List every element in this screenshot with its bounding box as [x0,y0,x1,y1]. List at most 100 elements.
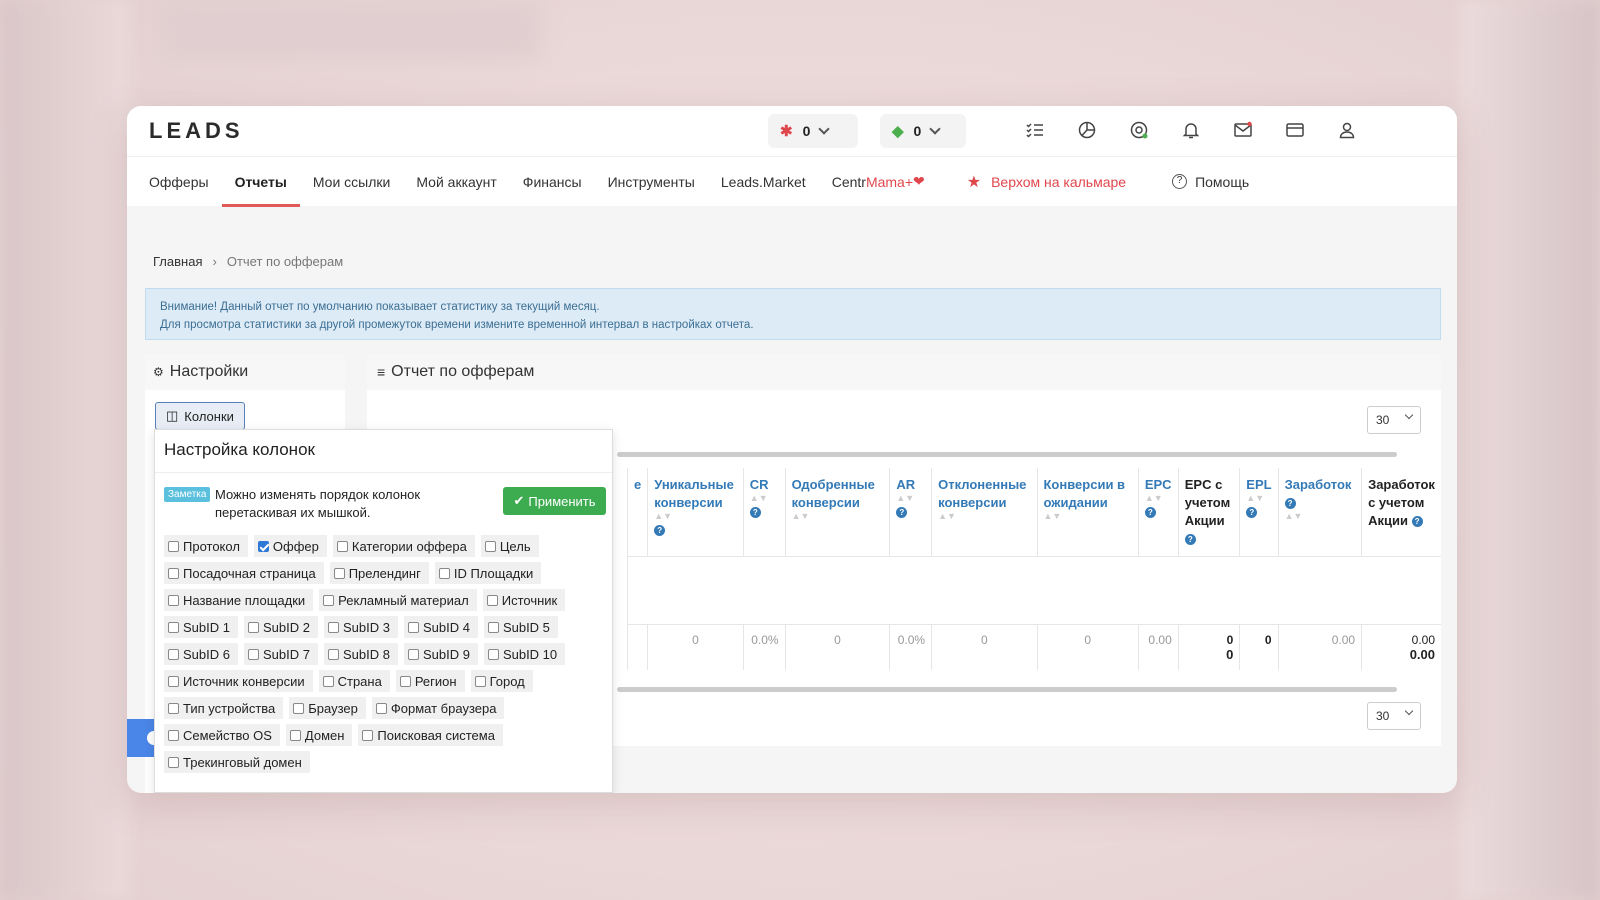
checkbox-icon[interactable] [168,675,179,687]
checkbox-icon[interactable] [474,675,486,687]
checkbox-icon[interactable] [333,567,345,579]
checkbox-icon[interactable] [168,621,179,633]
nav-promo[interactable]: ★ Верхом на кальмаре [954,157,1139,207]
user-icon[interactable] [1337,120,1357,140]
column-checkbox[interactable]: Трекинговый домен [164,751,310,773]
checkbox-icon[interactable] [362,729,374,741]
checkbox-icon[interactable] [327,648,339,660]
header-rejected-conversions[interactable]: Отклоненные конверсии ▲▼ [931,468,1037,557]
balance-selector-1[interactable]: ✱ 0 [768,114,858,148]
column-checkbox[interactable]: SubID 2 [243,616,318,638]
breadcrumb-home[interactable]: Главная [153,254,202,269]
bell-icon[interactable] [1181,120,1201,140]
mail-icon[interactable] [1233,120,1253,140]
column-checkbox[interactable]: SubID 1 [164,616,238,638]
help-icon[interactable]: ? [654,525,666,537]
header-epc-promo[interactable]: EPC с учетом Акции ? [1177,468,1240,557]
column-checkbox[interactable]: Тип устройства [164,697,284,719]
pie-chart-icon[interactable] [1077,120,1097,140]
column-checkbox[interactable]: Категории оффера [332,535,475,557]
column-checkbox[interactable]: SubID 3 [323,616,398,638]
nav-reports[interactable]: Отчеты [221,157,301,207]
help-icon[interactable]: ? [749,507,761,519]
header-earnings-promo[interactable]: Заработок с учетом Акции ? [1361,468,1441,557]
column-checkbox[interactable]: SubID 10 [483,643,566,665]
column-checkbox[interactable]: Прелендинг [329,562,429,584]
column-checkbox[interactable]: Оффер [253,535,327,557]
header-pending-conversions[interactable]: Конверсии в ожидании ▲▼ [1036,468,1139,557]
nav-leads-market[interactable]: Leads.Market [708,157,819,207]
balance-selector-2[interactable]: ◆ 0 [880,114,966,148]
checkbox-icon[interactable] [168,756,179,768]
column-checkbox[interactable]: ID Площадки [434,562,542,584]
header-epl[interactable]: EPL ▲▼? [1239,468,1279,557]
checkbox-checked-icon[interactable] [257,540,269,552]
column-checkbox[interactable]: Страна [318,670,390,692]
checkbox-icon[interactable] [484,540,496,552]
checkbox-icon[interactable] [168,702,179,714]
column-checkbox[interactable]: Рекламный материал [319,589,477,611]
column-checkbox[interactable]: Формат браузера [371,697,505,719]
table-scrollbar-bottom[interactable] [617,687,1397,692]
nav-offers[interactable]: Офферы [149,157,222,207]
nav-centrmama[interactable]: Centr Mama+ ❤ [819,157,938,207]
header-approved-conversions[interactable]: Одобренные конверсии ▲▼ [784,468,890,557]
column-checkbox[interactable]: SubID 8 [323,643,398,665]
column-checkbox[interactable]: Источник [482,589,566,611]
header-earnings[interactable]: Заработок ? ▲▼ [1277,468,1362,557]
column-checkbox[interactable]: Домен [285,724,353,746]
help-icon[interactable]: ? [1144,507,1156,519]
help-icon[interactable]: ? [1284,498,1296,510]
checkbox-icon[interactable] [168,540,179,552]
checkbox-icon[interactable] [375,702,387,714]
columns-button[interactable]: ◫ Колонки [155,402,245,430]
column-checkbox[interactable]: SubID 5 [483,616,558,638]
apply-button[interactable]: ✔ Применить [503,487,606,515]
checkbox-icon[interactable] [168,594,179,606]
column-checkbox[interactable]: SubID 6 [164,643,238,665]
header-cr[interactable]: CR ▲▼? [742,468,786,557]
column-checkbox[interactable]: Посадочная страница [164,562,324,584]
checkbox-icon[interactable] [438,567,450,579]
table-scrollbar-top[interactable] [617,452,1397,457]
column-checkbox[interactable]: Семейство OS [164,724,280,746]
per-page-select-bottom[interactable]: 30 [1367,702,1421,730]
column-checkbox[interactable]: Регион [395,670,465,692]
checkbox-icon[interactable] [336,540,348,552]
checkbox-icon[interactable] [407,621,419,633]
column-checkbox[interactable]: Поисковая система [358,724,503,746]
header-epc[interactable]: EPC ▲▼? [1137,468,1179,557]
help-icon[interactable]: ? [1246,507,1258,519]
per-page-select-top[interactable]: 30 [1367,406,1421,434]
column-checkbox[interactable]: Протокол [164,535,248,557]
help-icon[interactable]: ? [1184,534,1196,546]
nav-tools[interactable]: Инструменты [595,157,708,207]
nav-finance[interactable]: Финансы [510,157,595,207]
checkbox-icon[interactable] [247,648,259,660]
help-icon[interactable]: ? [1411,516,1423,528]
header-cut[interactable]: е [626,468,648,557]
support-icon[interactable] [1129,120,1149,140]
column-checkbox[interactable]: Источник конверсии [164,670,313,692]
column-checkbox[interactable]: SubID 4 [403,616,478,638]
column-checkbox[interactable]: Название площадки [164,589,314,611]
checkbox-icon[interactable] [168,648,179,660]
checkbox-icon[interactable] [323,594,335,606]
header-unique-conversions[interactable]: Уникальные конверсии ▲▼? [647,468,744,557]
checkbox-icon[interactable] [322,675,334,687]
checkbox-icon[interactable] [168,729,179,741]
column-checkbox[interactable]: SubID 7 [243,643,318,665]
nav-my-account[interactable]: Мой аккаунт [403,157,509,207]
checkbox-icon[interactable] [289,729,301,741]
side-tab[interactable] [127,719,161,757]
checkbox-icon[interactable] [486,594,498,606]
column-checkbox[interactable]: SubID 9 [403,643,478,665]
tasks-icon[interactable] [1025,120,1045,140]
card-icon[interactable] [1285,120,1305,140]
checkbox-icon[interactable] [168,567,179,579]
checkbox-icon[interactable] [487,648,499,660]
column-checkbox[interactable]: Браузер [289,697,366,719]
nav-my-links[interactable]: Мои ссылки [300,157,404,207]
help-icon[interactable]: ? [896,507,908,519]
header-ar[interactable]: AR ▲▼? [889,468,932,557]
